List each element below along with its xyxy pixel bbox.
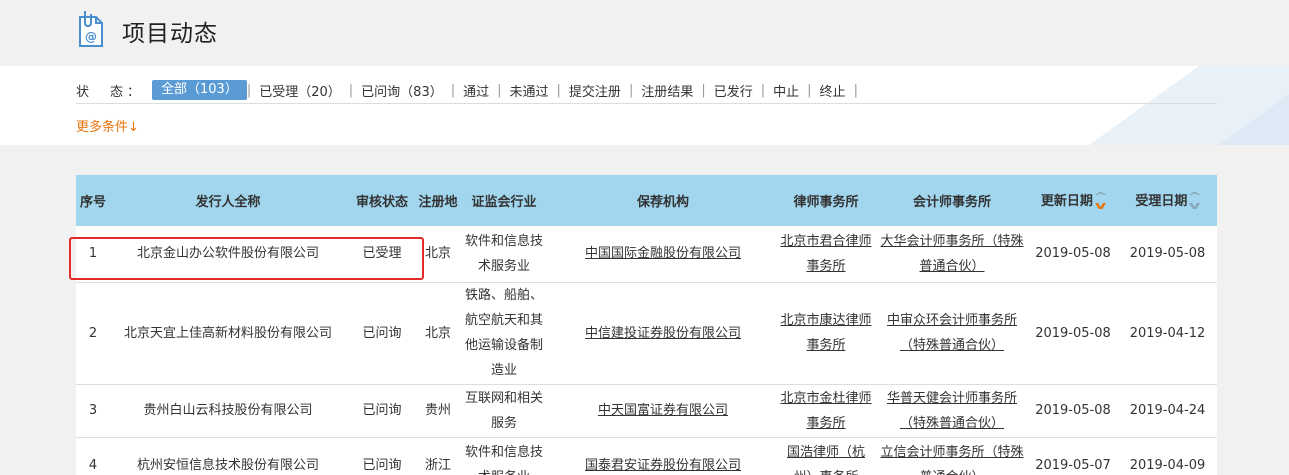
- cell-updated: 2019-05-08: [1035, 325, 1111, 341]
- filter-submitted-registration[interactable]: 提交注册: [561, 81, 629, 100]
- filter-suspended[interactable]: 中止: [765, 81, 807, 100]
- cell-region: 贵州: [424, 403, 451, 418]
- col-updated[interactable]: 更新日期 ^ v: [1028, 175, 1118, 226]
- cell-sponsor: 中天国富证券有限公司: [550, 384, 776, 437]
- cell-no: 3: [88, 403, 98, 418]
- law-firm-link[interactable]: 北京市康达律师事务所: [780, 313, 871, 353]
- sponsor-link[interactable]: 国泰君安证券股份有限公司: [585, 458, 741, 473]
- sponsor-link[interactable]: 中国国际金融股份有限公司: [585, 246, 741, 261]
- background-decoration: [1089, 66, 1289, 145]
- cell-no: 2: [88, 325, 98, 341]
- cell-updated: 2019-05-07: [1035, 457, 1111, 473]
- cell-sponsor: 中国国际金融股份有限公司: [550, 226, 776, 282]
- cell-status: 已问询: [362, 325, 402, 341]
- filter-inquired[interactable]: 已问询（83）: [353, 81, 451, 100]
- cell-accounting-firm: 立信会计师事务所（特殊普通合伙）: [876, 437, 1028, 475]
- sponsor-link[interactable]: 中天国富证券有限公司: [598, 403, 728, 418]
- sponsor-link[interactable]: 中信建投证券股份有限公司: [585, 326, 741, 341]
- sort-updated-icon[interactable]: ^ v: [1093, 191, 1108, 211]
- table-row: 4 杭州安恒信息技术股份有限公司 已问询 浙江 软件和信息技术服务业 国泰君安证…: [76, 437, 1217, 475]
- accounting-firm-link[interactable]: 立信会计师事务所（特殊普通合伙）: [880, 445, 1023, 475]
- filter-panel: 状 态： 全部（103） | 已受理（20） | 已问询（83） | 通过 | …: [0, 66, 1289, 145]
- cell-status: 已问询: [362, 457, 402, 473]
- cell-region: 北京: [424, 246, 451, 262]
- cell-issuer: 贵州白山云科技股份有限公司: [143, 403, 313, 418]
- svg-text:@: @: [85, 30, 97, 44]
- cell-law-firm: 北京市康达律师事务所: [776, 282, 876, 384]
- col-accepted-label: 受理日期: [1135, 194, 1188, 210]
- col-sponsor: 保荐机构: [636, 195, 689, 210]
- cell-industry: 软件和信息技术服务业: [464, 445, 543, 475]
- filter-terminated[interactable]: 终止: [812, 81, 854, 100]
- cell-status: 已受理: [362, 246, 402, 262]
- law-firm-link[interactable]: 北京市君合律师事务所: [780, 234, 871, 274]
- cell-no: 4: [88, 457, 98, 473]
- cell-accounting-firm: 大华会计师事务所（特殊普通合伙）: [876, 226, 1028, 282]
- filter-not-passed[interactable]: 未通过: [502, 81, 557, 100]
- col-industry: 证监会行业: [471, 195, 537, 210]
- col-accepted[interactable]: 受理日期 ^ v: [1118, 175, 1217, 226]
- law-firm-link[interactable]: 国浩律师（杭州）事务所: [787, 445, 865, 475]
- cell-status: 已问询: [362, 403, 402, 418]
- more-conditions-link[interactable]: 更多条件↓: [76, 116, 139, 135]
- accounting-firm-link[interactable]: 华普天健会计师事务所（特殊普通合伙）: [887, 391, 1017, 431]
- status-filter-label: 状 态：: [76, 84, 145, 100]
- cell-accepted: 2019-04-24: [1129, 403, 1206, 418]
- cell-region: 浙江: [424, 457, 451, 473]
- table-row: 3 贵州白山云科技股份有限公司 已问询 贵州 互联网和相关服务 中天国富证券有限…: [76, 384, 1217, 437]
- cell-region: 北京: [424, 325, 451, 341]
- cell-sponsor: 中信建投证券股份有限公司: [550, 282, 776, 384]
- document-email-icon: @: [79, 11, 103, 47]
- page-title: 项目动态: [122, 21, 218, 47]
- cell-issuer: 北京金山办公软件股份有限公司: [136, 246, 319, 262]
- cell-accounting-firm: 中审众环会计师事务所（特殊普通合伙）: [876, 282, 1028, 384]
- law-firm-link[interactable]: 北京市金杜律师事务所: [780, 391, 871, 431]
- col-status: 审核状态: [355, 195, 408, 210]
- col-accounting-firm: 会计师事务所: [912, 195, 991, 210]
- project-table: 序号 发行人全称 审核状态 注册地 证监会行业 保荐机构 律师事务所 会计师事务…: [76, 175, 1217, 475]
- sort-accepted-icon[interactable]: ^ v: [1188, 191, 1203, 211]
- cell-accepted: 2019-04-09: [1129, 457, 1206, 473]
- page-header: @ 项目动态: [0, 0, 1289, 66]
- cell-updated: 2019-05-08: [1035, 246, 1111, 262]
- status-filter-row: 状 态： 全部（103） | 已受理（20） | 已问询（83） | 通过 | …: [76, 80, 858, 100]
- cell-law-firm: 北京市君合律师事务所: [776, 226, 876, 282]
- cell-industry: 软件和信息技术服务业: [464, 233, 543, 274]
- cell-issuer: 北京天宜上佳高新材料股份有限公司: [123, 325, 332, 341]
- cell-updated: 2019-05-08: [1035, 403, 1111, 418]
- divider: [76, 103, 1217, 104]
- accounting-firm-link[interactable]: 大华会计师事务所（特殊普通合伙）: [880, 234, 1023, 274]
- cell-accounting-firm: 华普天健会计师事务所（特殊普通合伙）: [876, 384, 1028, 437]
- col-issuer: 发行人全称: [195, 195, 261, 210]
- cell-law-firm: 北京市金杜律师事务所: [776, 384, 876, 437]
- table-row: 1 北京金山办公软件股份有限公司 已受理 北京 软件和信息技术服务业 中国国际金…: [76, 226, 1217, 282]
- cell-issuer: 杭州安恒信息技术股份有限公司: [136, 457, 319, 473]
- cell-accepted: 2019-04-12: [1129, 325, 1206, 341]
- accounting-firm-link[interactable]: 中审众环会计师事务所（特殊普通合伙）: [887, 313, 1017, 353]
- filter-issued[interactable]: 已发行: [706, 81, 761, 100]
- col-no: 序号: [79, 195, 106, 210]
- cell-no: 1: [88, 246, 98, 262]
- filter-accepted[interactable]: 已受理（20）: [251, 81, 349, 100]
- table-row: 2 北京天宜上佳高新材料股份有限公司 已问询 北京 铁路、船舶、航空航天和其他运…: [76, 282, 1217, 384]
- cell-accepted: 2019-05-08: [1129, 246, 1206, 262]
- table-header-row: 序号 发行人全称 审核状态 注册地 证监会行业 保荐机构 律师事务所 会计师事务…: [76, 175, 1217, 226]
- cell-law-firm: 国浩律师（杭州）事务所: [776, 437, 876, 475]
- cell-industry: 铁路、船舶、航空航天和其他运输设备制造业: [464, 288, 543, 378]
- cell-industry: 互联网和相关服务: [464, 390, 543, 431]
- col-law-firm: 律师事务所: [793, 195, 859, 210]
- cell-sponsor: 国泰君安证券股份有限公司: [550, 437, 776, 475]
- col-updated-label: 更新日期: [1040, 194, 1093, 210]
- filter-all[interactable]: 全部（103）: [152, 80, 247, 100]
- filter-passed[interactable]: 通过: [455, 81, 497, 100]
- filter-registration-result[interactable]: 注册结果: [633, 81, 701, 100]
- col-region: 注册地: [418, 195, 458, 210]
